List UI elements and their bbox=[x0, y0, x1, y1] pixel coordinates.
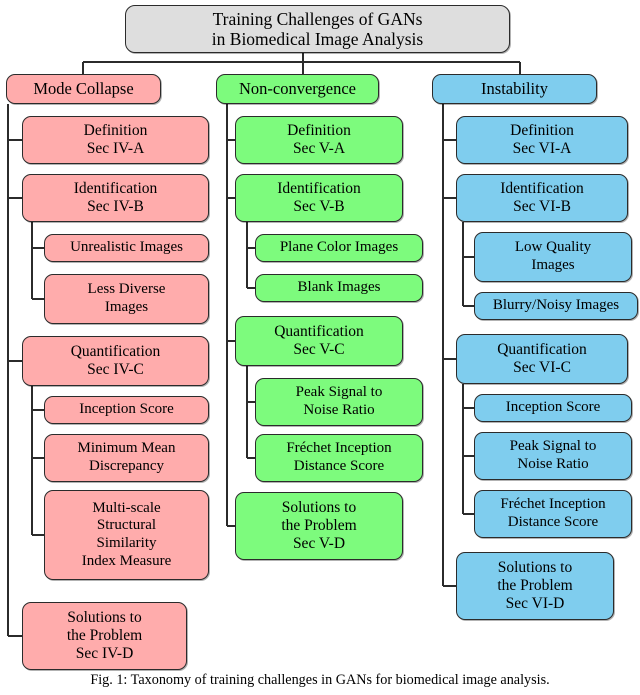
node-mode-collapse-identification[interactable]: Identification Sec IV-B bbox=[22, 174, 209, 222]
node-line: Inception Score bbox=[79, 401, 174, 418]
node-line: Distance Score bbox=[293, 458, 385, 474]
node-line: Quantification bbox=[497, 340, 587, 358]
node-line: Sec V-B bbox=[293, 198, 345, 215]
node-line: Solutions to bbox=[67, 608, 142, 626]
node-instability-low-quality-images[interactable]: Low Quality Images bbox=[474, 232, 632, 282]
node-line: Unrealistic Images bbox=[70, 239, 183, 256]
node-line: Definition bbox=[510, 121, 574, 139]
node-non-convergence-blank-images[interactable]: Blank Images bbox=[255, 274, 423, 302]
node-line: Identification bbox=[500, 179, 584, 197]
node-line: Sec VI-B bbox=[513, 198, 571, 215]
node-instability-solutions[interactable]: Solutions to the Problem Sec VI-D bbox=[456, 552, 614, 620]
node-mode-collapse-ms-ssim[interactable]: Multi-scale Structural Similarity Index … bbox=[44, 490, 209, 580]
node-line: Blank Images bbox=[297, 279, 381, 296]
node-line: Discrepancy bbox=[89, 458, 164, 474]
branch-header-label: Mode Collapse bbox=[33, 79, 134, 99]
node-line: Quantification bbox=[274, 322, 364, 340]
root-node-training-challenges[interactable]: Training Challenges of GANs in Biomedica… bbox=[125, 5, 510, 53]
node-line: Fréchet Inception bbox=[286, 440, 392, 457]
node-line: Definition bbox=[83, 121, 148, 139]
node-line: Inception Score bbox=[505, 399, 601, 416]
node-line: Identification bbox=[73, 179, 158, 197]
node-non-convergence-psnr[interactable]: Peak Signal to Noise Ratio bbox=[255, 378, 423, 426]
node-instability-quantification[interactable]: Quantification Sec VI-C bbox=[456, 334, 628, 384]
node-line: Solutions to bbox=[497, 558, 573, 576]
node-line: Solutions to bbox=[281, 498, 357, 516]
node-line: Images bbox=[104, 299, 149, 315]
node-line: Sec V-A bbox=[292, 140, 346, 157]
branch-header-label: Non-convergence bbox=[239, 79, 356, 99]
root-title-line-1: Training Challenges of GANs bbox=[212, 8, 423, 29]
node-line: Images bbox=[531, 257, 575, 273]
node-mode-collapse-definition[interactable]: Definition Sec IV-A bbox=[22, 116, 209, 164]
node-line: Fréchet Inception bbox=[500, 496, 606, 513]
node-line: Low Quality bbox=[514, 239, 592, 256]
node-mode-collapse-less-diverse-images[interactable]: Less Diverse Images bbox=[44, 274, 209, 324]
node-line: Sec VI-D bbox=[505, 595, 565, 613]
node-instability-blurry-noisy-images[interactable]: Blurry/Noisy Images bbox=[474, 292, 638, 320]
branch-header-mode-collapse[interactable]: Mode Collapse bbox=[6, 74, 161, 104]
node-line: Less Diverse bbox=[87, 281, 166, 298]
node-line: the Problem bbox=[66, 626, 143, 644]
node-line: Distance Score bbox=[507, 514, 599, 530]
branch-header-label: Instability bbox=[481, 79, 548, 99]
node-line: Noise Ratio bbox=[303, 402, 375, 418]
node-line: Plane Color Images bbox=[279, 239, 399, 256]
node-line: Multi-scale bbox=[92, 499, 161, 516]
node-line: Structural bbox=[96, 517, 157, 534]
node-instability-fid[interactable]: Fréchet Inception Distance Score bbox=[474, 490, 632, 538]
node-line: Sec IV-A bbox=[86, 140, 145, 157]
node-instability-identification[interactable]: Identification Sec VI-B bbox=[456, 174, 628, 222]
node-line: Sec IV-B bbox=[87, 198, 144, 215]
node-line: Peak Signal to bbox=[509, 438, 597, 455]
node-line: Peak Signal to bbox=[295, 384, 383, 401]
node-line: Sec IV-D bbox=[75, 645, 134, 663]
node-line: Sec V-C bbox=[293, 341, 345, 358]
node-mode-collapse-quantification[interactable]: Quantification Sec IV-C bbox=[22, 336, 209, 386]
node-line: Quantification bbox=[70, 342, 161, 360]
node-line: Blurry/Noisy Images bbox=[492, 297, 620, 314]
node-line: Definition bbox=[287, 121, 351, 139]
node-non-convergence-definition[interactable]: Definition Sec V-A bbox=[235, 116, 403, 164]
node-line: Sec IV-C bbox=[87, 361, 144, 378]
node-non-convergence-solutions[interactable]: Solutions to the Problem Sec V-D bbox=[235, 492, 403, 560]
node-non-convergence-fid[interactable]: Fréchet Inception Distance Score bbox=[255, 434, 423, 482]
node-line: the Problem bbox=[281, 516, 357, 534]
node-mode-collapse-unrealistic-images[interactable]: Unrealistic Images bbox=[44, 234, 209, 262]
node-line: Index Measure bbox=[81, 552, 172, 569]
node-line: Identification bbox=[277, 179, 361, 197]
node-line: Noise Ratio bbox=[517, 456, 589, 472]
node-instability-definition[interactable]: Definition Sec VI-A bbox=[456, 116, 628, 164]
node-line: Sec VI-A bbox=[512, 140, 572, 157]
node-non-convergence-plane-color-images[interactable]: Plane Color Images bbox=[255, 234, 423, 262]
node-mode-collapse-inception-score[interactable]: Inception Score bbox=[44, 396, 209, 424]
node-mode-collapse-solutions[interactable]: Solutions to the Problem Sec IV-D bbox=[22, 602, 187, 670]
node-line: Sec V-D bbox=[292, 535, 346, 553]
node-instability-psnr[interactable]: Peak Signal to Noise Ratio bbox=[474, 432, 632, 480]
taxonomy-figure: Training Challenges of GANs in Biomedica… bbox=[0, 0, 640, 695]
node-line: Similarity bbox=[96, 535, 157, 551]
node-line: Minimum Mean bbox=[77, 440, 176, 457]
root-title-line-2: in Biomedical Image Analysis bbox=[211, 29, 424, 49]
node-non-convergence-identification[interactable]: Identification Sec V-B bbox=[235, 174, 403, 222]
node-line: Sec VI-C bbox=[513, 359, 571, 376]
node-non-convergence-quantification[interactable]: Quantification Sec V-C bbox=[235, 316, 403, 366]
branch-header-non-convergence[interactable]: Non-convergence bbox=[216, 74, 379, 104]
node-line: the Problem bbox=[497, 576, 573, 594]
node-instability-inception-score[interactable]: Inception Score bbox=[474, 394, 632, 422]
figure-caption: Fig. 1: Taxonomy of training challenges … bbox=[90, 672, 550, 688]
branch-header-instability[interactable]: Instability bbox=[432, 74, 597, 104]
node-mode-collapse-minimum-mean-discrepancy[interactable]: Minimum Mean Discrepancy bbox=[44, 434, 209, 482]
